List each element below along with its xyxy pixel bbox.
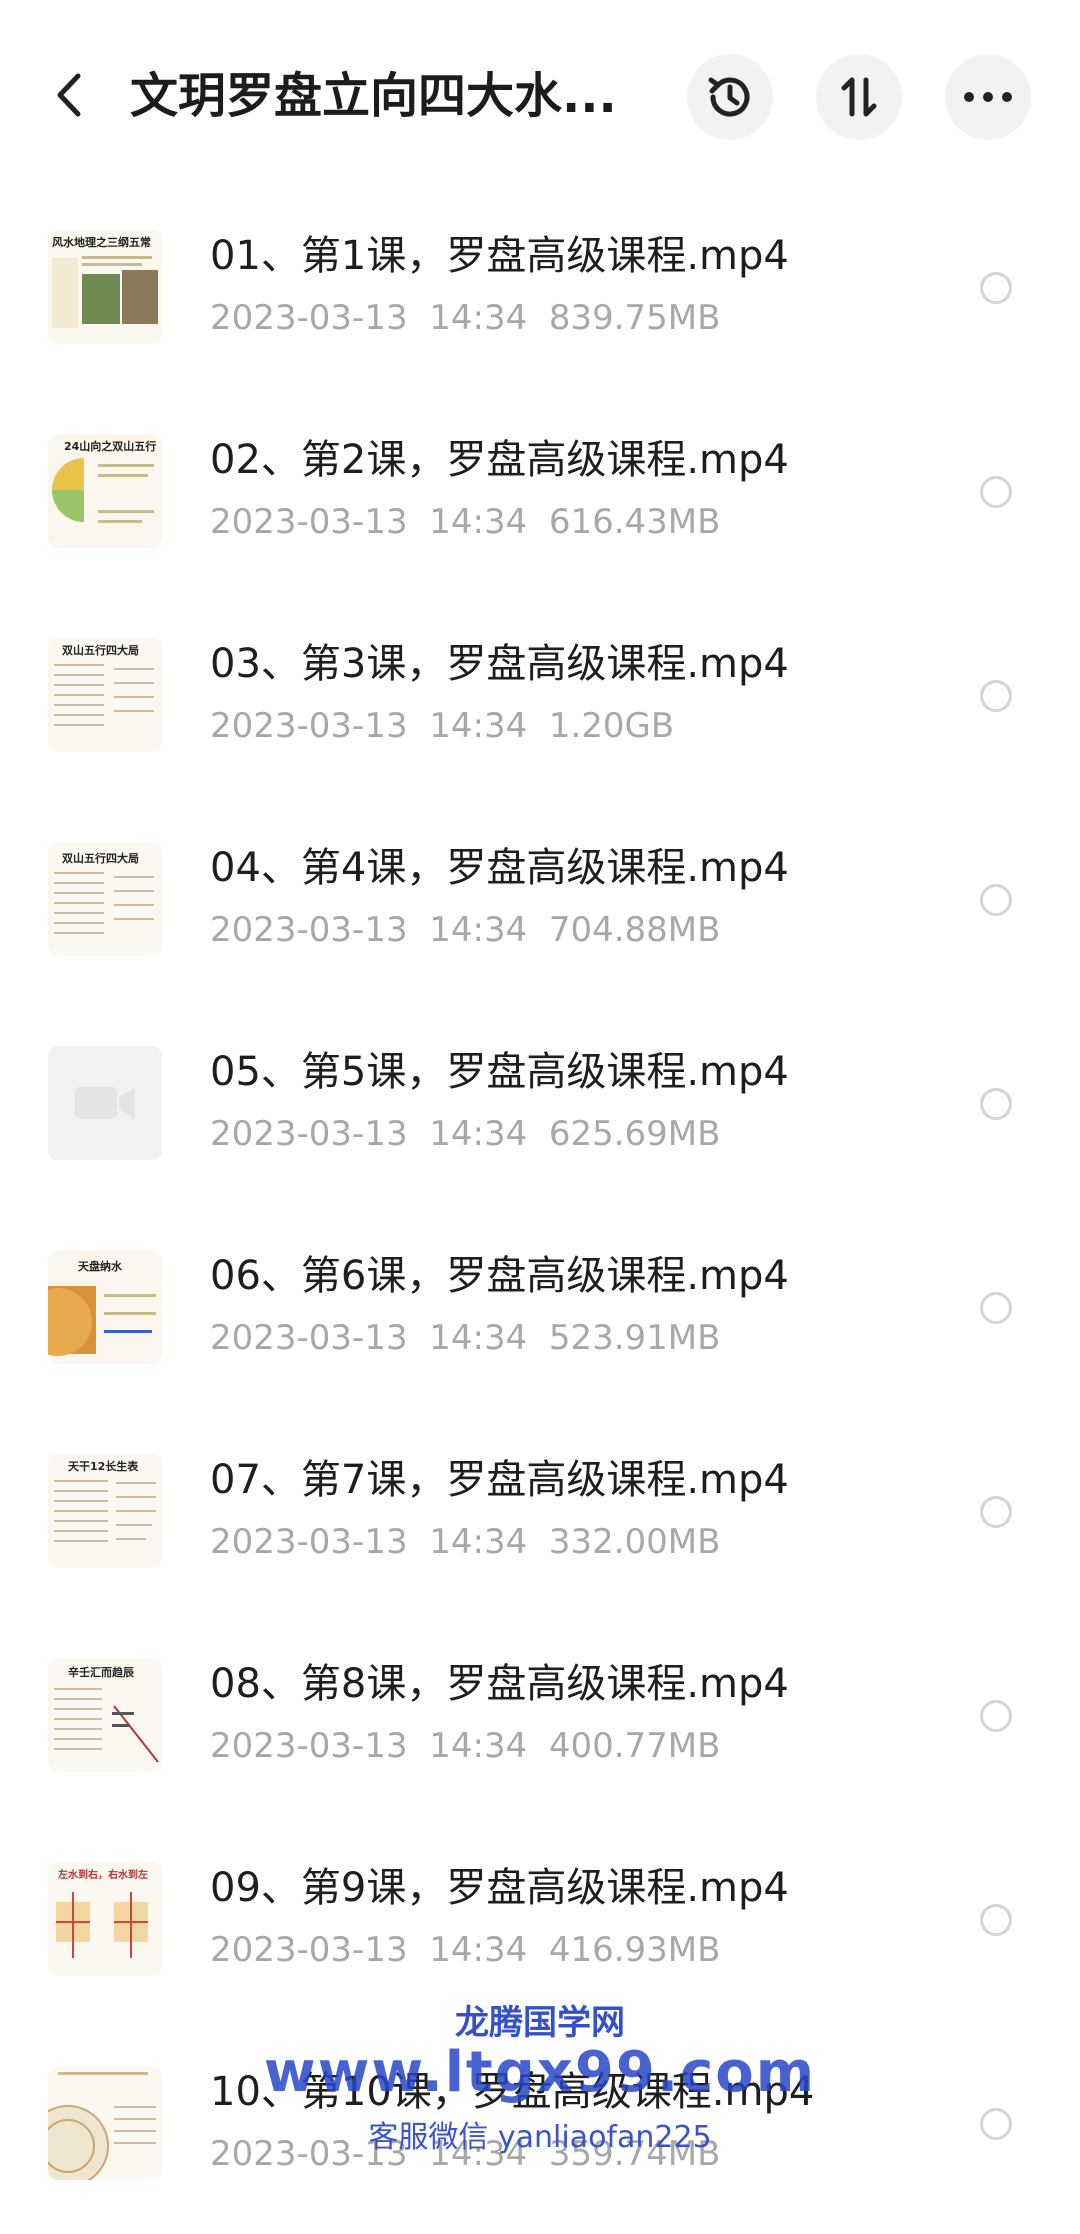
file-size: 1.20GB <box>548 706 675 746</box>
page-title: 文玥罗盘立向四大水... <box>130 68 617 124</box>
file-size: 332.00MB <box>548 1522 721 1562</box>
select-radio[interactable] <box>980 1496 1012 1528</box>
file-row[interactable]: 双山五行四大局 03、第3课，罗盘高级课程.mp4 2023-03-13 14:… <box>0 602 1080 806</box>
file-date: 2023-03-13 <box>210 1930 408 1970</box>
file-time: 14:34 <box>429 910 528 950</box>
video-thumbnail: 风水地理之三纲五常 <box>48 230 162 344</box>
file-name: 03、第3课，罗盘高级课程.mp4 <box>210 641 789 687</box>
file-date: 2023-03-13 <box>210 910 408 950</box>
video-thumbnail: 双山五行四大局 <box>48 638 162 752</box>
file-row[interactable]: 双山五行四大局 04、第4课，罗盘高级课程.mp4 2023-03-13 14:… <box>0 806 1080 1010</box>
video-thumbnail: 辛壬汇而趋辰 <box>48 1658 162 1772</box>
file-time: 14:34 <box>429 706 528 746</box>
file-size: 523.91MB <box>548 1318 721 1358</box>
select-radio[interactable] <box>980 1292 1012 1324</box>
select-radio[interactable] <box>980 1088 1012 1120</box>
file-meta: 2023-03-13 14:34 523.91MB <box>210 1316 720 1360</box>
thumb-title: 左水到右，右水到左 <box>57 1868 148 1881</box>
video-placeholder-thumbnail <box>48 1046 162 1160</box>
video-thumbnail: 24山向之双山五行 <box>48 434 162 548</box>
file-date: 2023-03-13 <box>210 1726 408 1766</box>
video-thumbnail: 双山五行四大局 <box>48 842 162 956</box>
file-meta: 2023-03-13 14:34 616.43MB <box>210 500 720 544</box>
video-thumbnail: 左水到右，右水到左 <box>48 1862 162 1976</box>
file-name: 07、第7课，罗盘高级课程.mp4 <box>210 1457 789 1503</box>
file-time: 14:34 <box>429 1522 528 1562</box>
history-button[interactable] <box>687 54 773 140</box>
file-row[interactable]: 风水地理之三纲五常 01、第1课，罗盘高级课程.mp4 2023-03-13 1… <box>0 194 1080 398</box>
sort-icon <box>841 77 877 117</box>
file-time: 14:34 <box>429 1114 528 1154</box>
file-time: 14:34 <box>429 1726 528 1766</box>
file-size: 704.88MB <box>548 910 721 950</box>
video-thumbnail: 天盘纳水 <box>48 1250 162 1364</box>
select-radio[interactable] <box>980 476 1012 508</box>
file-date: 2023-03-13 <box>210 706 408 746</box>
file-date: 2023-03-13 <box>210 1522 408 1562</box>
file-name: 09、第9课，罗盘高级课程.mp4 <box>210 1865 789 1911</box>
watermark-contact: 客服微信 yanliaofan225 <box>368 2120 712 2155</box>
thumb-title: 双山五行四大局 <box>62 851 139 865</box>
file-meta: 2023-03-13 14:34 704.88MB <box>210 908 720 952</box>
file-name: 05、第5课，罗盘高级课程.mp4 <box>210 1049 789 1095</box>
more-icon <box>964 92 1012 102</box>
file-size: 400.77MB <box>548 1726 721 1766</box>
thumb-title: 天干12长生表 <box>68 1459 139 1473</box>
file-size: 625.69MB <box>548 1114 721 1154</box>
file-meta: 2023-03-13 14:34 332.00MB <box>210 1520 720 1564</box>
file-name: 06、第6课，罗盘高级课程.mp4 <box>210 1253 789 1299</box>
file-name: 04、第4课，罗盘高级课程.mp4 <box>210 845 789 891</box>
file-meta: 2023-03-13 14:34 839.75MB <box>210 296 720 340</box>
file-meta: 2023-03-13 14:34 400.77MB <box>210 1724 720 1768</box>
file-meta: 2023-03-13 14:34 1.20GB <box>210 704 674 748</box>
thumb-title: 天盘纳水 <box>78 1259 123 1273</box>
file-name: 08、第8课，罗盘高级课程.mp4 <box>210 1661 789 1707</box>
video-camera-icon <box>75 1087 135 1119</box>
file-name: 01、第1课，罗盘高级课程.mp4 <box>210 233 789 279</box>
more-button[interactable] <box>945 54 1031 140</box>
file-time: 14:34 <box>429 1930 528 1970</box>
thumb-title: 24山向之双山五行 <box>64 439 156 453</box>
watermark-site-name: 龙腾国学网 <box>455 2003 625 2043</box>
thumb-title: 辛壬汇而趋辰 <box>68 1665 135 1679</box>
file-date: 2023-03-13 <box>210 1114 408 1154</box>
file-row[interactable]: 天干12长生表 07、第7课，罗盘高级课程.mp4 2023-03-13 14:… <box>0 1418 1080 1622</box>
file-list: 风水地理之三纲五常 01、第1课，罗盘高级课程.mp4 2023-03-13 1… <box>0 194 1080 2234</box>
file-date: 2023-03-13 <box>210 298 408 338</box>
select-radio[interactable] <box>980 680 1012 712</box>
top-bar: 文玥罗盘立向四大水... <box>0 0 1080 190</box>
file-meta: 2023-03-13 14:34 416.93MB <box>210 1928 720 1972</box>
file-size: 416.93MB <box>548 1930 721 1970</box>
watermark-url: www.ltgx99.com <box>263 2040 817 2105</box>
back-arrow-icon <box>57 73 81 117</box>
file-time: 14:34 <box>429 502 528 542</box>
thumb-title: 风水地理之三纲五常 <box>52 235 151 249</box>
thumb-title: 双山五行四大局 <box>62 643 139 657</box>
file-time: 14:34 <box>429 1318 528 1358</box>
file-row[interactable]: 05、第5课，罗盘高级课程.mp4 2023-03-13 14:34 625.6… <box>0 1010 1080 1214</box>
file-row[interactable]: 辛壬汇而趋辰 08、第8课，罗盘高级课程.mp4 2023-03-13 14:3… <box>0 1622 1080 1826</box>
back-button[interactable] <box>40 55 100 135</box>
video-thumbnail: 天干12长生表 <box>48 1454 162 1568</box>
select-radio[interactable] <box>980 1904 1012 1936</box>
file-time: 14:34 <box>429 298 528 338</box>
file-date: 2023-03-13 <box>210 1318 408 1358</box>
sort-button[interactable] <box>816 54 902 140</box>
file-date: 2023-03-13 <box>210 502 408 542</box>
file-row[interactable]: 天盘纳水 06、第6课，罗盘高级课程.mp4 2023-03-13 14:34 … <box>0 1214 1080 1418</box>
select-radio[interactable] <box>980 884 1012 916</box>
file-name: 02、第2课，罗盘高级课程.mp4 <box>210 437 789 483</box>
file-row[interactable]: 24山向之双山五行 02、第2课，罗盘高级课程.mp4 2023-03-13 1… <box>0 398 1080 602</box>
file-meta: 2023-03-13 14:34 625.69MB <box>210 1112 720 1156</box>
history-clock-icon <box>708 77 750 117</box>
file-size: 839.75MB <box>548 298 721 338</box>
select-radio[interactable] <box>980 272 1012 304</box>
select-radio[interactable] <box>980 1700 1012 1732</box>
file-size: 616.43MB <box>548 502 721 542</box>
